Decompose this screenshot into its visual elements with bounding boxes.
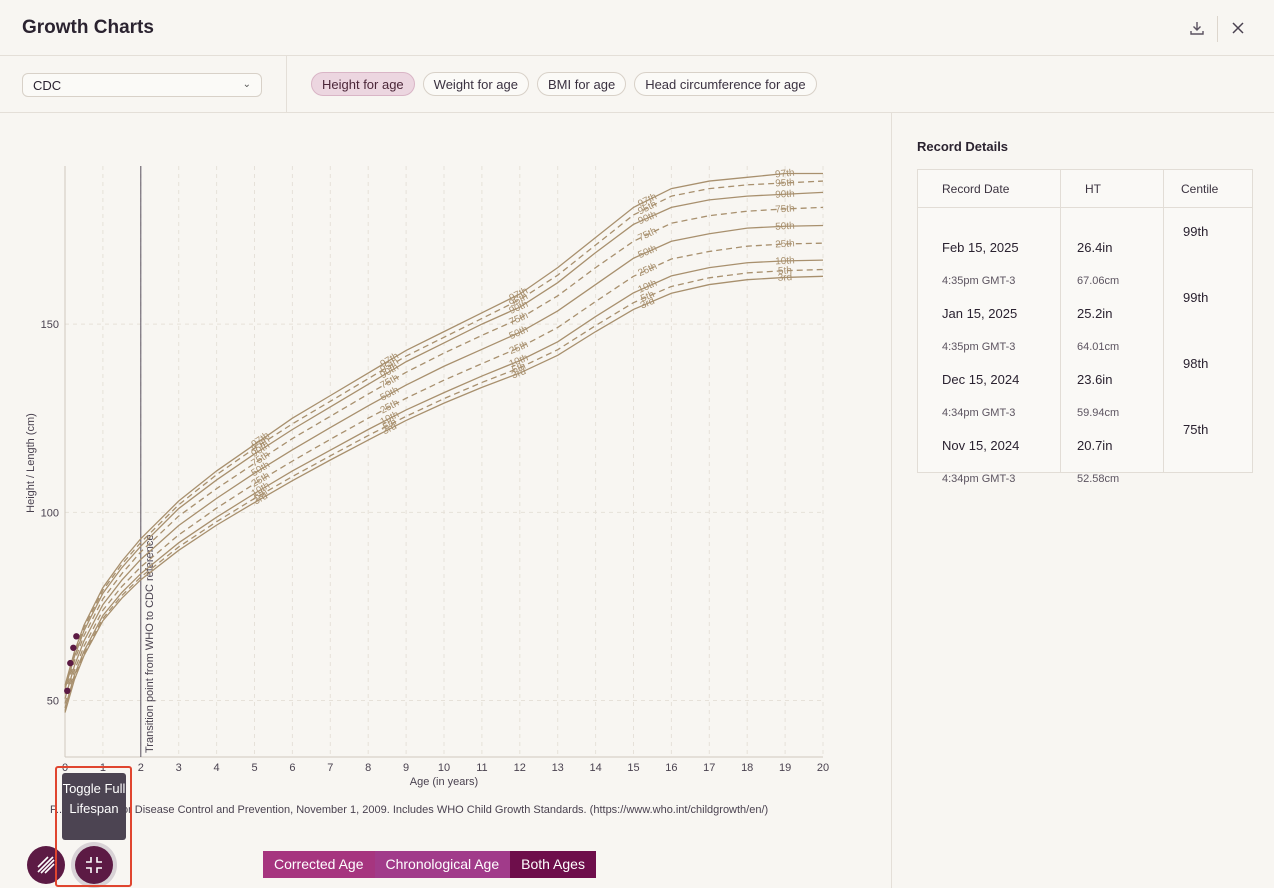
- growth-chart-svg: 0 1 2 3 4 5 6 7 8 9 10 11 12 13 14 15 16 17 18 19 2050100150…: [25, 166, 829, 788]
- x-tick-label: 16: [665, 762, 677, 774]
- x-tick-label: 20: [817, 762, 829, 774]
- chip-head-circumference-for-age[interactable]: Head circumference for age: [634, 72, 817, 96]
- x-tick-label: 9: [403, 762, 409, 774]
- row-ht: 25.2in: [1077, 306, 1113, 321]
- age-toggle: Corrected Age Chronological Age Both Age…: [263, 851, 596, 878]
- y-tick-label: 100: [41, 507, 59, 519]
- x-tick-label: 3: [176, 762, 182, 774]
- both-ages-button[interactable]: Both Ages: [510, 851, 596, 878]
- row-date-cell: Nov 15, 2024 4:34pm GMT-3: [918, 406, 1061, 485]
- patient-data-point: [64, 687, 71, 695]
- collapse-icon: [86, 857, 102, 873]
- centile-label-75th: 75th: [636, 226, 658, 244]
- patient-data-point: [67, 659, 74, 667]
- table-row[interactable]: Feb 15, 2025 4:35pm GMT-3 26.4in 67.06cm 9…: [918, 208, 1252, 287]
- x-tick-label: 6: [289, 762, 295, 774]
- page-title: Growth Charts: [22, 17, 154, 38]
- record-details-panel: Record Details Record Date HT Centile Fe…: [891, 113, 1274, 888]
- reference-select[interactable]: CDC ⌄: [22, 73, 262, 97]
- x-tick-label: 11: [476, 762, 487, 774]
- record-table: Record Date HT Centile Feb 15, 2025 4:35p…: [917, 169, 1253, 485]
- reference-select-value: CDC: [33, 78, 62, 93]
- centile-label-50th: 50th: [775, 221, 795, 233]
- filter-bar: CDC ⌄ Height for age Weight for age BMI …: [0, 56, 1274, 113]
- centile-label-90th: 90th: [775, 189, 795, 201]
- centile-label-95th: 95th: [775, 177, 795, 189]
- toggle-full-lifespan-button[interactable]: [75, 846, 113, 884]
- corrected-age-button[interactable]: Corrected Age: [263, 851, 375, 878]
- centile-label-50th: 50th: [637, 243, 659, 261]
- row-date: Jan 15, 2025: [942, 306, 1018, 321]
- col-record-date: Record Date: [918, 170, 1061, 207]
- x-tick-label: 13: [552, 762, 564, 774]
- x-tick-label: 10: [438, 762, 450, 774]
- x-tick-label: 14: [589, 762, 601, 774]
- centile-label-75th: 75th: [775, 203, 795, 215]
- table-header: Record Date HT Centile: [918, 170, 1252, 208]
- x-tick-label: 12: [514, 762, 526, 774]
- close-icon[interactable]: [1228, 18, 1248, 38]
- record-details-title: Record Details: [917, 139, 1009, 154]
- row-ht: 23.6in: [1077, 372, 1113, 387]
- row-date: Nov 15, 2024: [942, 438, 1020, 453]
- chevron-down-icon: ⌄: [242, 79, 251, 90]
- table-row[interactable]: Jan 15, 2025 4:35pm GMT-3 25.2in 64.01cm 9…: [918, 274, 1252, 353]
- chip-bmi-for-age[interactable]: BMI for age: [536, 72, 627, 96]
- x-tick-label: 2: [138, 762, 144, 774]
- chart-type-chips: Height for age Weight for age BMI for ag…: [311, 72, 817, 96]
- growth-chart: 0 1 2 3 4 5 6 7 8 9 10 11 12 13 14 15 16 17 18 19 20 50 100 150…: [0, 113, 890, 888]
- x-tick-label: 7: [327, 762, 333, 774]
- row-ht-cell: 23.6in 59.94cm: [1061, 340, 1164, 419]
- patient-data-point: [73, 633, 80, 640]
- x-tick-label: 18: [741, 762, 753, 774]
- y-tick-label: 150: [41, 319, 59, 331]
- col-centile: Centile: [1181, 182, 1219, 196]
- row-ht: 20.7in: [1077, 438, 1113, 453]
- centile-label-25th: 25th: [636, 261, 658, 279]
- dialog-header: Growth Charts: [0, 0, 1274, 56]
- row-date-cell: Feb 15, 2025 4:35pm GMT-3: [918, 208, 1061, 287]
- y-tick-label: 50: [47, 696, 59, 708]
- hatch-toggle-button[interactable]: [27, 846, 65, 884]
- chronological-age-button[interactable]: Chronological Age: [374, 851, 511, 878]
- row-ht-cell: 25.2in 64.01cm: [1061, 274, 1164, 353]
- centile-label-25th: 25th: [775, 238, 795, 250]
- row-centile: 99th: [1183, 224, 1209, 239]
- row-time: 4:34pm GMT-3: [942, 473, 1016, 485]
- filter-divider: [286, 56, 287, 113]
- download-icon[interactable]: [1187, 18, 1207, 38]
- row-centile: 98th: [1183, 356, 1209, 371]
- tooltip: Toggle Full Lifespan: [62, 773, 126, 840]
- x-axis-label: Age (in years): [410, 776, 478, 788]
- row-cm: 52.58cm: [1077, 473, 1120, 485]
- row-date: Feb 15, 2025: [942, 240, 1019, 255]
- row-ht: 26.4in: [1077, 240, 1113, 255]
- row-date-cell: Dec 15, 2024 4:34pm GMT-3: [918, 340, 1061, 419]
- chip-weight-for-age[interactable]: Weight for age: [422, 72, 529, 96]
- hatch-icon: [37, 856, 55, 874]
- row-date: Dec 15, 2024: [942, 372, 1020, 387]
- row-ht-cell: 20.7in 52.58cm: [1061, 406, 1164, 485]
- x-tick-label: 19: [779, 762, 791, 774]
- patient-data-point: [70, 644, 77, 651]
- y-axis-label: Height / Length (cm): [25, 413, 37, 513]
- x-tick-label: 17: [703, 762, 715, 774]
- row-centile: 75th: [1183, 422, 1209, 437]
- x-tick-label: 8: [365, 762, 371, 774]
- header-divider: [1217, 16, 1218, 42]
- row-ht-cell: 26.4in 67.06cm: [1061, 208, 1164, 287]
- table-row[interactable]: Dec 15, 2024 4:34pm GMT-3 23.6in 59.94cm 9…: [918, 340, 1252, 419]
- chip-height-for-age[interactable]: Height for age: [311, 72, 415, 96]
- row-date-cell: Jan 15, 2025 4:35pm GMT-3: [918, 274, 1061, 353]
- row-centile: 99th: [1183, 290, 1209, 305]
- col-ht: HT: [1061, 170, 1164, 207]
- x-tick-label: 15: [627, 762, 639, 774]
- x-tick-label: 5: [251, 762, 257, 774]
- centile-label-3rd: 3rd: [777, 272, 792, 284]
- x-tick-label: 4: [214, 762, 220, 774]
- table-row[interactable]: Nov 15, 2024 4:34pm GMT-3 20.7in 52.58cm 7…: [918, 406, 1252, 485]
- chart-footnote: P... e Centers for Disease Control and P…: [50, 804, 769, 816]
